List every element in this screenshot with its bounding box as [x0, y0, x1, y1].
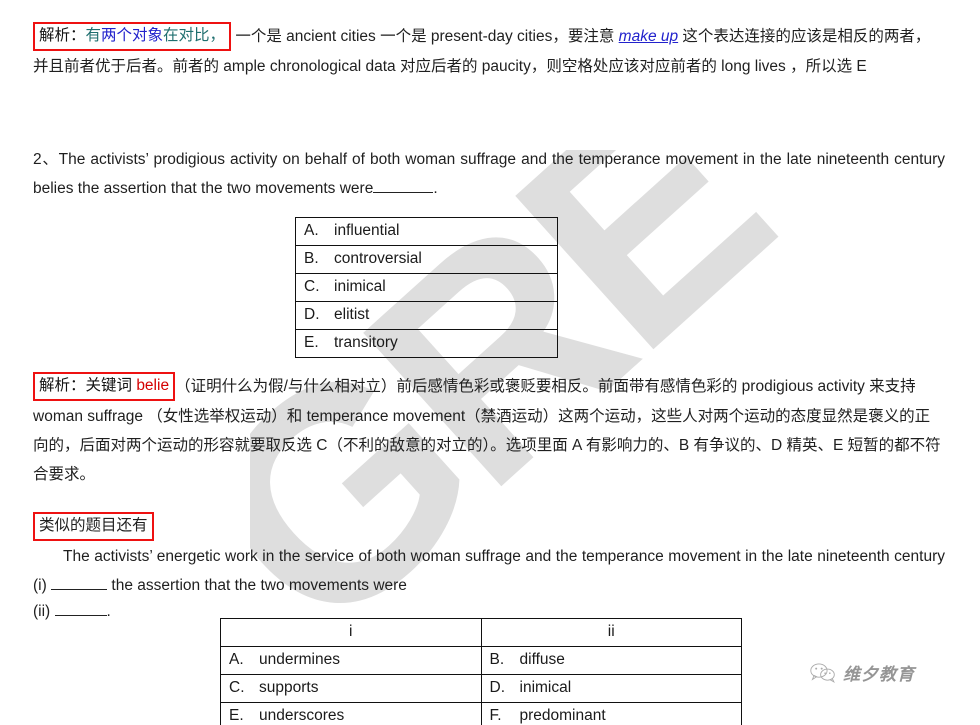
option-letter: B.: [304, 250, 319, 267]
table-row[interactable]: B. controversial: [295, 245, 558, 274]
options-table-dual: i ii A. undermines B. diffuse C. supports D…: [220, 618, 742, 725]
option-text: supports: [259, 679, 319, 696]
option-text: transitory: [334, 334, 398, 351]
table-row[interactable]: E. underscores F. predominant: [220, 702, 742, 725]
similar-question-paragraph: The activists’ energetic work in the ser…: [33, 542, 945, 600]
similar-text-part-4: .: [106, 603, 111, 620]
question-2-trailing: .: [433, 180, 438, 197]
similar-text-part-2: the assertion that the two movements wer…: [111, 577, 407, 594]
explanation-1-seg-teal-1: 有: [85, 27, 102, 44]
option-text: undermines: [259, 651, 340, 668]
explanation-2-keyword: belie: [136, 377, 170, 394]
option-letter: F.: [489, 707, 502, 724]
table-row[interactable]: A. undermines B. diffuse: [220, 646, 742, 675]
option-text: diffuse: [519, 651, 565, 668]
similar-blank-i[interactable]: [51, 576, 108, 590]
table-row[interactable]: E. transitory: [295, 329, 558, 358]
option-text: inimical: [334, 278, 386, 295]
options-table-single: A. influential B. controversial C. inimical…: [295, 217, 558, 358]
explanation-1-seg-teal-2: 在对比，: [163, 27, 226, 44]
table-row[interactable]: C. supports D. inimical: [220, 674, 742, 703]
explanation-paragraph-1: 解析：有两个对象在对比， 一个是 ancient cities 一个是 pres…: [33, 22, 945, 81]
option-text: inimical: [519, 679, 572, 696]
option-text: underscores: [259, 707, 345, 724]
document-page: GRE 解析：有两个对象在对比， 一个是 ancient cities 一个是 …: [0, 0, 980, 725]
footer-brand: 维夕教育: [810, 660, 915, 685]
question-2-text: The activists’ prodigious activity on be…: [33, 151, 945, 197]
make-up-link[interactable]: make up: [619, 28, 678, 45]
option-letter: B.: [489, 651, 505, 668]
option-letter: C.: [304, 278, 320, 295]
option-text: controversial: [334, 250, 422, 267]
explanation-1-seg-blue: 两个对象: [101, 27, 164, 44]
option-letter: E.: [229, 707, 244, 724]
explanation-2-label: 解析：关键词: [39, 377, 137, 394]
option-text: influential: [334, 222, 400, 239]
option-letter: A.: [304, 222, 319, 239]
option-text: elitist: [334, 306, 370, 323]
question-2-paragraph: 2、The activists’ prodigious activity on …: [33, 145, 945, 203]
explanation-1-label: 解析：: [39, 27, 86, 44]
table-row[interactable]: A. influential: [295, 217, 558, 246]
question-2-number: 2、: [33, 151, 59, 168]
table-row[interactable]: D. elitist: [295, 301, 558, 330]
option-text: predominant: [519, 707, 606, 724]
brand-name: 维夕教育: [843, 665, 915, 684]
similar-text-part-3: (ii): [33, 603, 51, 620]
explanation-1-highlight-box: 解析：有两个对象在对比，: [33, 22, 232, 51]
option-letter: E.: [304, 334, 319, 351]
option-letter: A.: [229, 651, 244, 668]
similar-question-header: 类似的题目还有: [33, 512, 154, 542]
table-header-row: i ii: [220, 618, 742, 647]
column-header-i: i: [220, 618, 482, 647]
column-header-ii: ii: [480, 618, 742, 647]
explanation-1-body-part-1: 一个是 ancient cities 一个是 present-day citie…: [231, 28, 619, 45]
similar-question-highlight-box: 类似的题目还有: [33, 512, 154, 541]
option-letter: C.: [229, 679, 245, 696]
explanation-2-highlight-box: 解析：关键词 belie: [33, 372, 176, 401]
table-row[interactable]: C. inimical: [295, 273, 558, 302]
explanation-paragraph-2: 解析：关键词 belie （证明什么为假/与什么相对立）前后感情色彩或褒贬要相反。…: [33, 372, 945, 489]
option-letter: D.: [304, 306, 320, 323]
option-letter: D.: [489, 679, 506, 696]
question-2-blank[interactable]: [373, 179, 434, 193]
similar-blank-ii[interactable]: [54, 602, 107, 616]
wechat-icon: [810, 662, 835, 683]
